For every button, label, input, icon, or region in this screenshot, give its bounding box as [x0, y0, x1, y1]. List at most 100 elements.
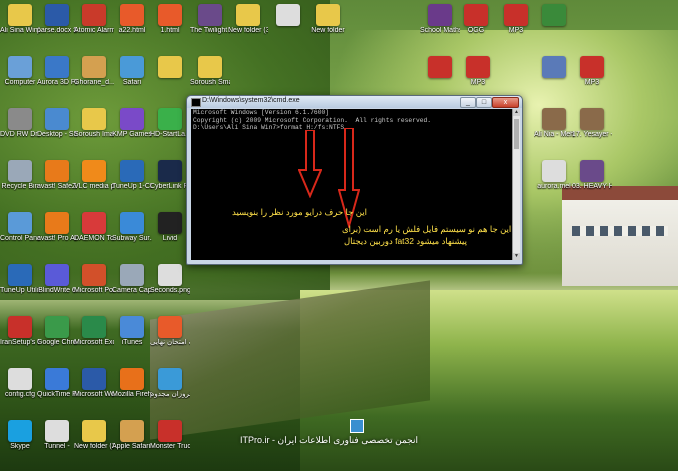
- minimize-button[interactable]: _: [460, 97, 476, 108]
- desktop-shortcut[interactable]: [268, 4, 308, 27]
- app-icon: [45, 56, 69, 78]
- desktop-shortcut-label: iTunes: [121, 339, 143, 346]
- desktop-shortcut[interactable]: Skype: [0, 420, 40, 451]
- desktop-shortcut[interactable]: CyberLink PowerDVD 1...: [150, 160, 190, 191]
- quicktime-icon: [45, 368, 69, 390]
- desktop-shortcut[interactable]: HD-StartLa... - Shortcut: [150, 108, 190, 139]
- desktop-shortcut[interactable]: BlindWrite 6: [37, 264, 77, 295]
- desktop-shortcut[interactable]: Mozilla Firefox: [112, 368, 152, 399]
- desktop-shortcut[interactable]: 1.html: [150, 4, 190, 35]
- desktop-shortcut-label: Camera Capture: [112, 287, 152, 294]
- maximize-button[interactable]: □: [476, 97, 492, 108]
- desktop-shortcut[interactable]: IranSetup's Notificati...: [0, 316, 40, 347]
- desktop-shortcut[interactable]: [534, 4, 574, 27]
- desktop-shortcut[interactable]: config.cfg: [0, 368, 40, 399]
- desktop-shortcut[interactable]: Apple Safari 5.1.7 Final: [112, 420, 152, 451]
- desktop-shortcut-label: New folder (2): [74, 443, 114, 450]
- desktop-shortcut[interactable]: Ali Nia - Mehraboo...: [534, 108, 574, 139]
- desktop-shortcut[interactable]: Microsoft Word 2010: [74, 368, 114, 399]
- desktop-shortcut[interactable]: Computer: [0, 56, 40, 87]
- desktop-shortcut-label: DAEMON Tools Lite: [74, 235, 114, 242]
- desktop-shortcut[interactable]: parse.docx Shortcut: [37, 4, 77, 35]
- desktop-shortcut[interactable]: a22.html: [112, 4, 152, 35]
- desktop-shortcut[interactable]: Soroush Iman: [74, 108, 114, 139]
- desktop-shortcut[interactable]: Control Panel: [0, 212, 40, 243]
- desktop-shortcut[interactable]: aurora.mel: [534, 160, 574, 191]
- desktop-shortcut-label: a22.html: [118, 27, 146, 34]
- desktop-shortcut[interactable]: KMP Games: [112, 108, 152, 139]
- watermark: ITPro.ir - انجمن تخصصی فناوری اطلاعات ای…: [240, 419, 460, 446]
- desktop-shortcut[interactable]: Ali Sina Win7: [0, 4, 40, 35]
- desktop-shortcut[interactable]: New folder (3): [228, 4, 268, 35]
- desktop-shortcut[interactable]: MP3: [572, 56, 612, 87]
- desktop-shortcut[interactable]: [534, 56, 574, 79]
- desktop-shortcut[interactable]: DAEMON Tools Lite: [74, 212, 114, 243]
- html-file-icon: [158, 316, 182, 338]
- desktop-shortcut-label: Seconds.png: [150, 287, 190, 294]
- desktop-shortcut[interactable]: Camera Capture: [112, 264, 152, 295]
- desktop-shortcut[interactable]: New folder: [308, 4, 348, 35]
- desktop-shortcut-label: Microsoft Word 2010: [74, 391, 114, 398]
- desktop-shortcut[interactable]: 03. HEAVY HD... High Prest...: [572, 160, 612, 191]
- file-icon: [45, 420, 69, 442]
- desktop-shortcut[interactable]: برنامه امتحان نهایی: [150, 316, 190, 347]
- desktop-shortcut-label: School Maths: [420, 27, 460, 34]
- app-icon: [428, 56, 452, 78]
- desktop-shortcut[interactable]: QuickTime Player: [37, 368, 77, 399]
- close-button[interactable]: x: [492, 97, 519, 108]
- desktop-shortcut[interactable]: Livid: [150, 212, 190, 243]
- chrome-icon: [45, 316, 69, 338]
- folder-icon: [316, 4, 340, 26]
- desktop-shortcut[interactable]: [150, 56, 190, 79]
- desktop-shortcut-label: VLC media player: [74, 183, 114, 190]
- scroll-up-arrow-icon[interactable]: ▲: [513, 109, 520, 116]
- desktop-shortcut[interactable]: Monster Truck Cu...: [150, 420, 190, 451]
- desktop-shortcut[interactable]: Soroush Smart: [190, 56, 230, 87]
- scroll-down-arrow-icon[interactable]: ▼: [513, 253, 520, 260]
- desktop-shortcut[interactable]: Safari: [112, 56, 152, 87]
- desktop-shortcut-label: Soroush Iman: [74, 131, 114, 138]
- desktop-shortcut[interactable]: MP3: [458, 56, 498, 87]
- scrollbar-thumb[interactable]: [514, 119, 519, 149]
- cmd-scrollbar[interactable]: ▲ ▼: [512, 109, 520, 260]
- desktop-shortcut-label: QuickTime Player: [37, 391, 77, 398]
- desktop-shortcut[interactable]: School Maths: [420, 4, 460, 35]
- desktop-shortcut[interactable]: Microsoft Excel 2010: [74, 316, 114, 347]
- desktop-shortcut[interactable]: Desktop - Shortcut: [37, 108, 77, 139]
- desktop-shortcut[interactable]: avast! SafeZone: [37, 160, 77, 191]
- desktop-shortcut[interactable]: Google Chrome: [37, 316, 77, 347]
- desktop-shortcut[interactable]: TuneUp 1-Click Mai...: [112, 160, 152, 191]
- desktop-shortcut[interactable]: TuneUp Utilities 2014: [0, 264, 40, 295]
- desktop-shortcut[interactable]: New folder (2): [74, 420, 114, 451]
- desktop-shortcut-label: Mozilla Firefox: [112, 391, 152, 398]
- desktop-shortcut[interactable]: Microsoft PowerPoi...: [74, 264, 114, 295]
- desktop-shortcut[interactable]: Ghorane_d...: [74, 56, 114, 87]
- image-file-icon: [158, 264, 182, 286]
- desktop-shortcut[interactable]: iTunes: [112, 316, 152, 347]
- desktop-shortcut-label: Desktop - Shortcut: [37, 131, 77, 138]
- computer-icon: [8, 56, 32, 78]
- desktop-shortcut[interactable]: Tunnel -: [37, 420, 77, 451]
- desktop-shortcut[interactable]: 17. Yesayer - Don't Com...: [572, 108, 612, 139]
- desktop-shortcut[interactable]: فروزان مجدوم: [150, 368, 190, 399]
- desktop-shortcut[interactable]: Atomic Alarm Clock: [74, 4, 114, 35]
- folder-icon: [82, 420, 106, 442]
- desktop-shortcut-label: Soroush Smart: [190, 79, 230, 86]
- desktop-shortcut[interactable]: Aurora 3D Presentati...: [37, 56, 77, 87]
- desktop-shortcut[interactable]: VLC media player: [74, 160, 114, 191]
- desktop-shortcut[interactable]: [420, 56, 460, 79]
- desktop-shortcut[interactable]: MP3: [496, 4, 536, 35]
- alarm-clock-icon: [82, 4, 106, 26]
- drive-letter-note: این جا حرف درایو مورد نظر را بنویسید: [232, 207, 367, 217]
- desktop-shortcut-label: HD-StartLa... - Shortcut: [150, 131, 190, 138]
- cmd-titlebar[interactable]: D:\Windows\system32\cmd.exe _ □ x: [187, 96, 522, 108]
- desktop-shortcut-label: برنامه امتحان نهایی: [150, 339, 190, 346]
- desktop-shortcut[interactable]: The Twilight Zone: [190, 4, 230, 35]
- desktop-shortcut[interactable]: Subway Sur... Shortcut: [112, 212, 152, 243]
- desktop-shortcut[interactable]: avast! Pro Antivirus: [37, 212, 77, 243]
- desktop-shortcut[interactable]: DVD RW Dr... - Shortcut: [0, 108, 40, 139]
- app-icon: [542, 4, 566, 26]
- desktop-shortcut[interactable]: Seconds.png: [150, 264, 190, 295]
- desktop-shortcut[interactable]: Recycle Bin: [0, 160, 40, 191]
- desktop-shortcut[interactable]: OGG: [456, 4, 496, 35]
